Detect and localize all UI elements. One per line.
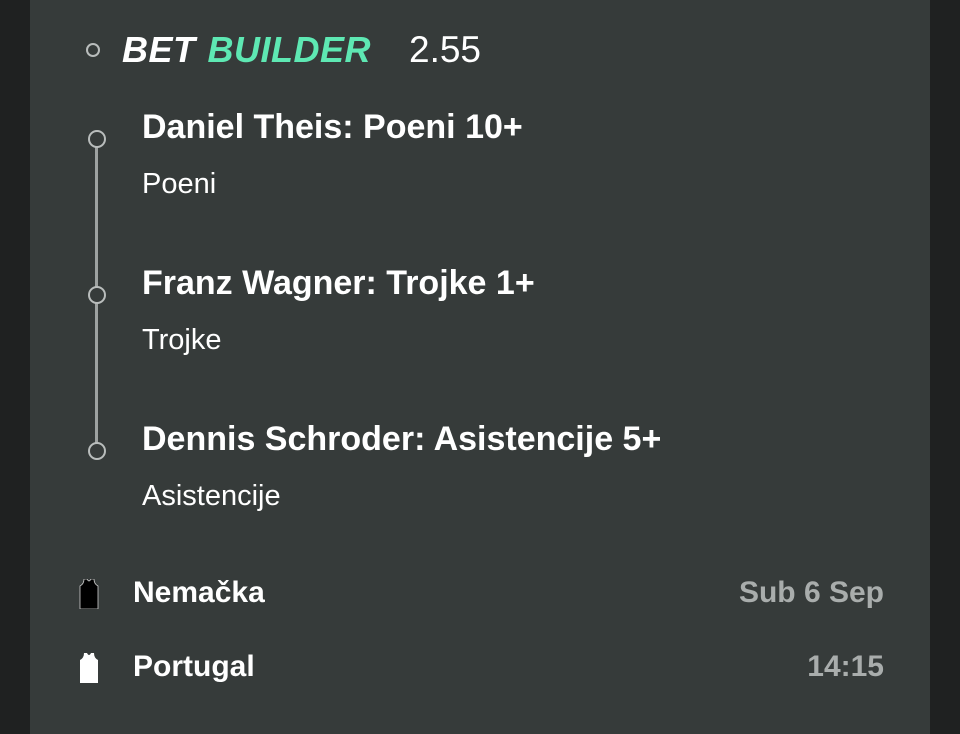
selection-title: Daniel Theis: Poeni 10+ — [142, 108, 523, 146]
selection-market: Poeni — [142, 168, 217, 200]
selection-market: Trojke — [142, 324, 222, 356]
bet-builder-logo-bet: BET — [122, 29, 196, 70]
timeline-dot-icon — [88, 286, 106, 304]
bet-builder-logo-builder: BUILDER — [207, 29, 371, 70]
bet-builder-header: BET BUILDER 2.55 — [86, 24, 481, 76]
event-time: 14:15 — [807, 650, 884, 683]
team-name: Portugal — [133, 650, 255, 683]
jersey-icon — [80, 653, 98, 683]
timeline-dot-icon — [88, 442, 106, 460]
selection-title: Franz Wagner: Trojke 1+ — [142, 264, 535, 302]
total-odds: 2.55 — [409, 29, 482, 70]
team-name: Nemačka — [133, 576, 265, 609]
timeline-dot-icon — [88, 130, 106, 148]
event-date: Sub 6 Sep — [738, 576, 884, 609]
team-row-home: Nemačka Sub 6 Sep — [30, 574, 930, 614]
team-row-away: Portugal 14:15 — [30, 648, 930, 688]
timeline-dot-icon — [86, 43, 100, 57]
selection-market: Asistencije — [142, 480, 281, 512]
jersey-icon — [79, 579, 99, 609]
bet-builder-card[interactable]: BET BUILDER 2.55 Daniel Theis: Poeni 10+… — [30, 0, 930, 734]
selection-title: Dennis Schroder: Asistencije 5+ — [142, 420, 662, 458]
